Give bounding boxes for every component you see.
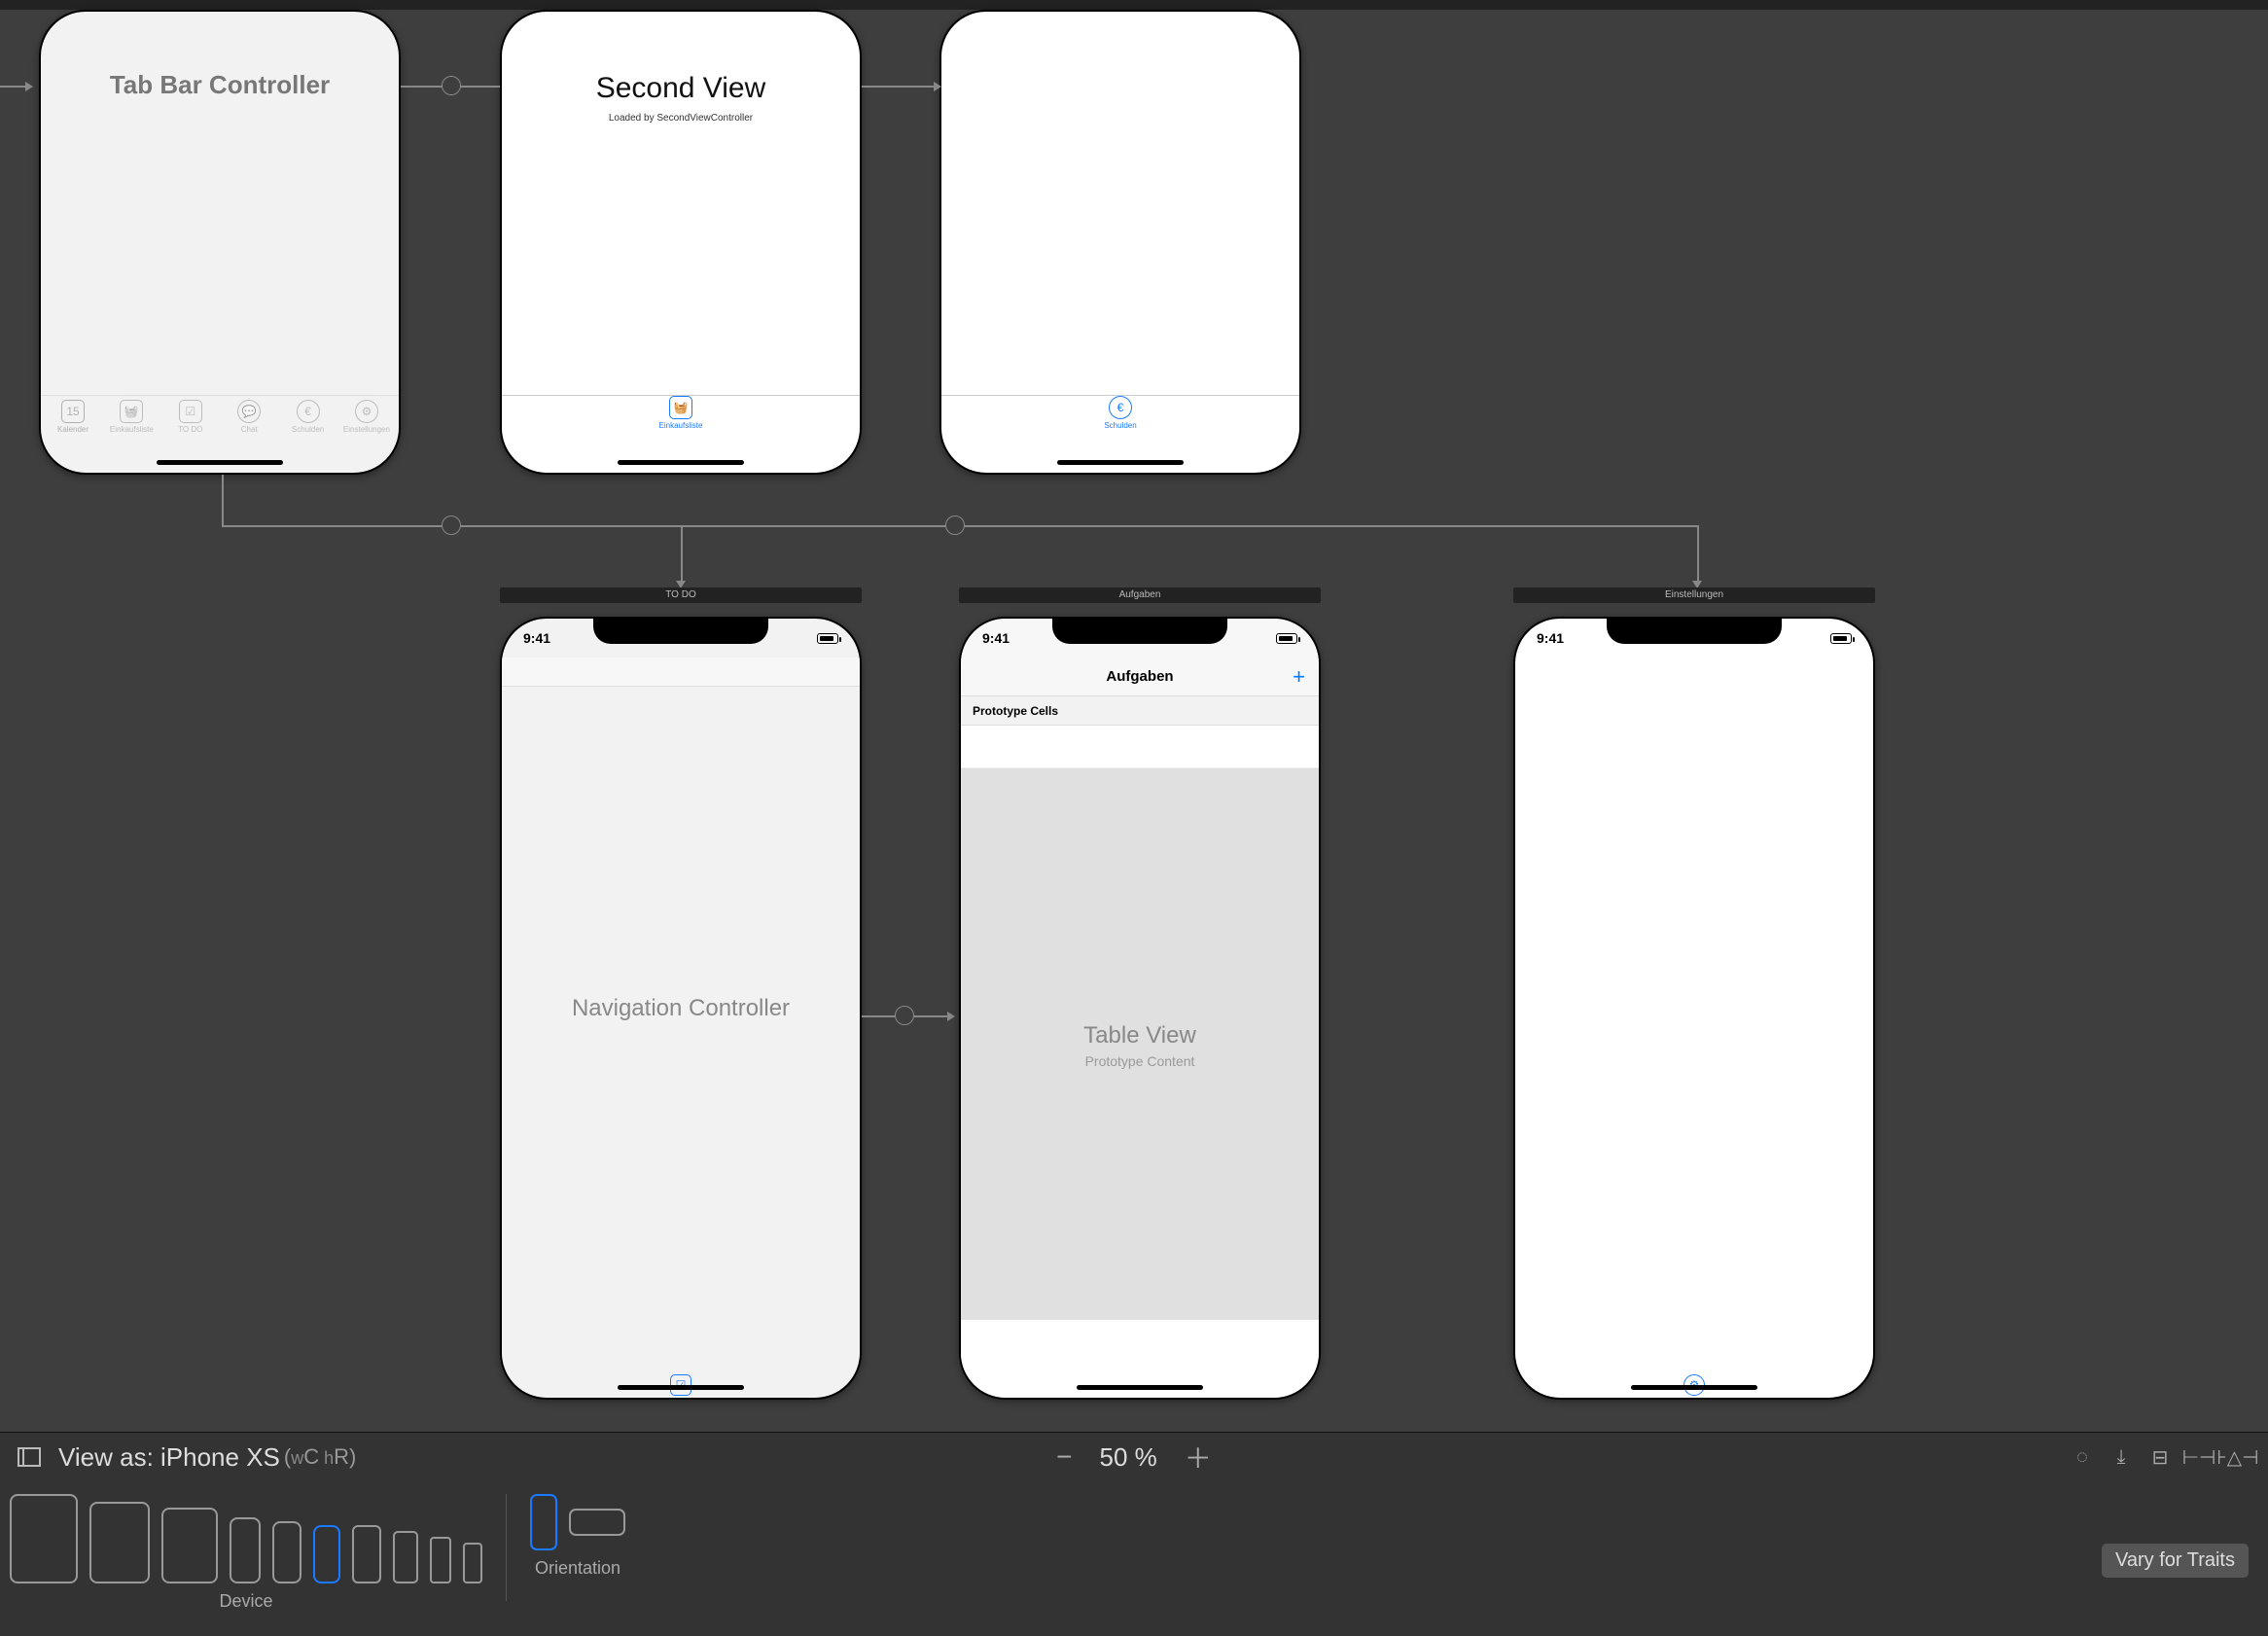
pin-icon[interactable]: ⊢⊣: [2186, 1444, 2212, 1470]
device-iphone-xr[interactable]: [272, 1521, 301, 1583]
scene-schulden-view[interactable]: €Schulden: [939, 10, 1301, 475]
notch: [593, 617, 768, 644]
entry-line: [0, 86, 25, 88]
align-icon[interactable]: ⊟: [2147, 1444, 2173, 1470]
scene-second-view[interactable]: Second View Loaded by SecondViewControll…: [500, 10, 862, 475]
prototype-cells-header: Prototype Cells: [961, 696, 1319, 726]
status-time: 9:41: [982, 630, 1010, 646]
document-outline-toggle-icon[interactable]: [18, 1447, 41, 1467]
second-view-subtitle: Loaded by SecondViewController: [502, 113, 860, 124]
scene-navigation-controller[interactable]: 9:41 Navigation Controller ☑: [500, 617, 862, 1400]
nav-bar-empty: [502, 658, 860, 687]
scene-einstellungen[interactable]: 9:41 ⚙: [1513, 617, 1875, 1400]
storyboard-canvas[interactable]: Tab Bar Controller 15Kalender 🧺Einkaufsl…: [0, 10, 2268, 1432]
table-view-label: Table View: [961, 1022, 1319, 1049]
prototype-content-label: Prototype Content: [961, 1053, 1319, 1069]
segue-circle-2[interactable]: [442, 516, 461, 535]
gear-icon: ⚙: [355, 400, 378, 423]
tab-item-schulden-single[interactable]: €Schulden: [1092, 396, 1149, 444]
update-frames-icon[interactable]: ◌: [2070, 1444, 2095, 1470]
battery-icon: [1276, 633, 1297, 644]
home-bar: [618, 460, 744, 465]
euro-icon: €: [297, 400, 320, 423]
segue-line-2: [862, 86, 939, 88]
table-background: Table View Prototype Content: [961, 768, 1319, 1320]
navigation-controller-label: Navigation Controller: [502, 995, 860, 1022]
notch: [1052, 617, 1227, 644]
home-bar: [618, 1385, 744, 1390]
device-iphone-8[interactable]: [393, 1531, 418, 1583]
toolbar-strip: [0, 0, 2268, 10]
device-iphone-8-plus[interactable]: [352, 1525, 381, 1583]
zoom-out-button[interactable]: −: [1056, 1441, 1072, 1473]
view-as-label[interactable]: View as: iPhone XS: [58, 1442, 280, 1473]
view-as-row: View as: iPhone XS (wC hR) − 50 % ＋ ◌ ⤓ …: [0, 1433, 2268, 1481]
device-iphone-xs-max[interactable]: [230, 1517, 261, 1583]
device-picker: Device Orientation: [0, 1480, 2268, 1636]
nav-title: Aufgaben: [1106, 668, 1173, 685]
device-ipad-12[interactable]: [10, 1494, 78, 1583]
notch: [1607, 617, 1782, 644]
divider: [506, 1494, 507, 1601]
tab-item-einstellungen[interactable]: ⚙Einstellungen: [338, 400, 395, 445]
device-ipad-9[interactable]: [161, 1508, 218, 1583]
tab-item-kalender[interactable]: 15Kalender: [45, 400, 101, 445]
vary-for-traits-button[interactable]: Vary for Traits: [2102, 1544, 2249, 1578]
entry-arrow-icon: [25, 82, 33, 91]
tab-item-einkaufsliste[interactable]: 🧺Einkaufsliste: [103, 400, 159, 445]
arrowhead-table-icon: [947, 1012, 955, 1021]
zoom-controls: − 50 % ＋: [1056, 1438, 1212, 1476]
layout-tools: ◌ ⤓ ⊟ ⊢⊣ ⊦△⊣: [2070, 1444, 2250, 1470]
device-iphone-se[interactable]: [430, 1537, 451, 1583]
orientation-landscape[interactable]: [569, 1509, 625, 1536]
device-ipad-11[interactable]: [89, 1502, 150, 1583]
calendar-icon: 15: [61, 400, 85, 423]
navigation-bar: Aufgaben +: [961, 658, 1319, 696]
scene-bar-todo[interactable]: TO DO: [500, 587, 862, 603]
scene-tab-bar-controller[interactable]: Tab Bar Controller 15Kalender 🧺Einkaufsl…: [39, 10, 401, 475]
segue-circle-3[interactable]: [945, 516, 965, 535]
add-button[interactable]: +: [1293, 664, 1305, 690]
embed-in-icon[interactable]: ⤓: [2109, 1444, 2134, 1470]
battery-icon: [817, 633, 838, 644]
euro-icon: €: [1109, 396, 1132, 419]
segue-circle-1[interactable]: [442, 76, 461, 95]
clipboard-icon: ☑: [179, 400, 202, 423]
orientation-portrait[interactable]: [530, 1494, 557, 1550]
segue-vline-1: [222, 475, 224, 525]
resolve-issues-icon[interactable]: ⊦△⊣: [2225, 1444, 2250, 1470]
basket-icon: 🧺: [120, 400, 143, 423]
home-bar: [1077, 1385, 1203, 1390]
home-bar: [1057, 460, 1184, 465]
tab-item-einkaufsliste-single[interactable]: 🧺Einkaufsliste: [653, 396, 709, 444]
orientation-group-label: Orientation: [535, 1558, 620, 1579]
status-time: 9:41: [523, 630, 550, 646]
second-view-title: Second View: [502, 72, 860, 105]
segue-v-settings: [1697, 525, 1699, 584]
tab-item-schulden[interactable]: €Schulden: [280, 400, 337, 445]
scene-table-view[interactable]: 9:41 Aufgaben + Prototype Cells Table Vi…: [959, 617, 1321, 1400]
home-bar: [1631, 1385, 1757, 1390]
device-iphone-xs[interactable]: [313, 1525, 340, 1583]
home-bar: [157, 460, 283, 465]
chat-icon: 💬: [237, 400, 261, 423]
segue-v-todo: [681, 525, 683, 584]
arrowhead-icon: [934, 82, 941, 91]
zoom-level-label: 50 %: [1100, 1442, 1157, 1473]
prototype-cell[interactable]: [961, 726, 1319, 768]
interface-builder-root: Tab Bar Controller 15Kalender 🧺Einkaufsl…: [0, 0, 2268, 1636]
zoom-in-button[interactable]: ＋: [1185, 1438, 1212, 1476]
tab-item-chat[interactable]: 💬Chat: [221, 400, 277, 445]
device-group-label: Device: [219, 1591, 272, 1612]
scene-bar-aufgaben[interactable]: Aufgaben: [959, 587, 1321, 603]
trait-bar: View as: iPhone XS (wC hR) − 50 % ＋ ◌ ⤓ …: [0, 1432, 2268, 1636]
tab-item-todo[interactable]: ☑TO DO: [162, 400, 219, 445]
basket-icon: 🧺: [669, 396, 692, 419]
device-iphone-4s[interactable]: [463, 1543, 482, 1583]
segue-circle-4[interactable]: [895, 1006, 914, 1025]
status-time: 9:41: [1537, 630, 1564, 646]
scene-bar-einstellungen[interactable]: Einstellungen: [1513, 587, 1875, 603]
battery-icon: [1830, 633, 1852, 644]
tabbar-controller-title: Tab Bar Controller: [41, 70, 399, 100]
